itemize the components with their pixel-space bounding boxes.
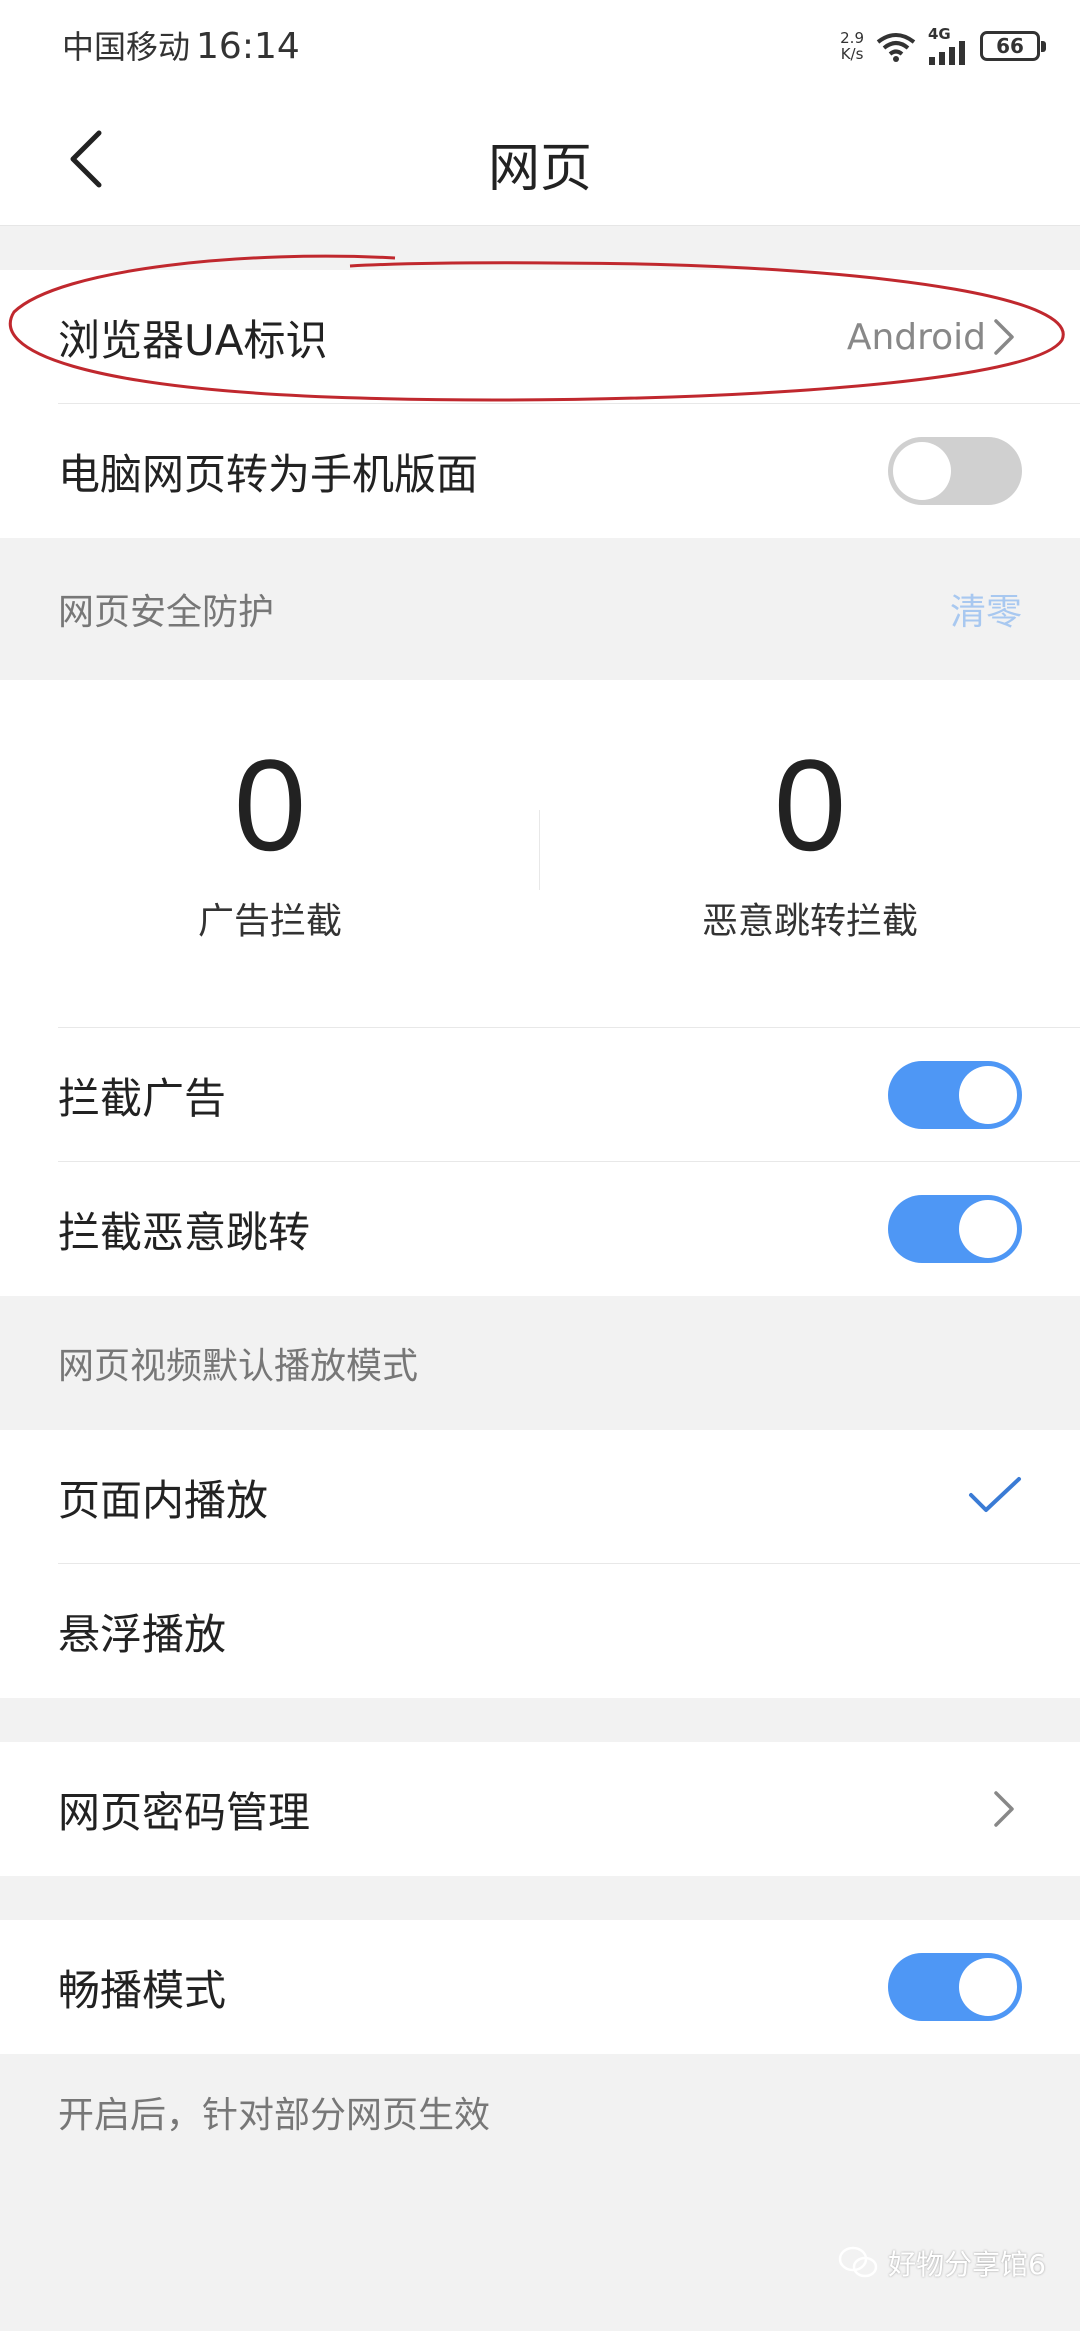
redirects-blocked-count: 0 [773,732,847,878]
smooth-mode-row: 畅播模式 [0,1920,1080,2054]
ads-blocked-count: 0 [233,732,307,878]
net-speed-value: 2.9 [840,29,864,47]
block-redirects-toggle[interactable] [888,1195,1022,1263]
cellular-group: 4G [928,27,968,65]
net-speed: 2.9 K/s [840,30,864,62]
toggle-knob [959,1066,1017,1124]
ads-blocked-label: 广告拦截 [197,901,342,942]
status-right: 2.9 K/s 4G 66 [840,24,1046,68]
smooth-mode-note: 开启后，针对部分网页生效 [58,2095,491,2136]
chevron-right-icon [992,1789,1022,1829]
video-option-floating[interactable]: 悬浮播放 [0,1564,1080,1698]
net-speed-unit: K/s [840,45,864,63]
password-card: 网页密码管理 [0,1742,1080,1876]
video-section-title: 网页视频默认播放模式 [58,1346,419,1387]
block-ads-toggle[interactable] [888,1061,1022,1129]
toggle-knob [893,442,951,500]
header: 网页 [0,90,1080,226]
video-option-label: 页面内播放 [58,1475,269,1525]
wechat-icon [838,2246,878,2278]
ua-row[interactable]: 浏览器UA标识 Android [0,270,1080,404]
toggle-knob [959,1958,1017,2016]
screen: 中国移动 16:14 2.9 K/s 4G 66 网页 浏览器UA标识 Andr… [0,0,1080,2331]
video-section-header: 网页视频默认播放模式 [0,1296,1080,1430]
mobile-view-toggle[interactable] [888,437,1022,505]
security-card: 0 广告拦截 0 恶意跳转拦截 拦截广告 拦截恶意跳转 [0,680,1080,1296]
battery-level: 66 [996,34,1024,58]
wifi-icon [876,33,916,62]
block-redirects-label: 拦截恶意跳转 [58,1207,311,1257]
security-stats: 0 广告拦截 0 恶意跳转拦截 [0,680,1080,1028]
smooth-mode-label: 畅播模式 [58,1965,227,2015]
redirects-blocked-stat: 0 恶意跳转拦截 [540,680,1080,1028]
security-section-header: 网页安全防护 清零 [0,538,1080,680]
mobile-view-row: 电脑网页转为手机版面 [0,404,1080,538]
block-ads-label: 拦截广告 [58,1073,227,1123]
toggle-knob [959,1200,1017,1258]
video-option-inline[interactable]: 页面内播放 [0,1430,1080,1564]
smooth-mode-card: 畅播模式 [0,1920,1080,2054]
watermark: 好物分享馆6 [838,2243,1046,2283]
status-left: 中国移动 16:14 [62,22,300,68]
signal-icon [929,41,965,65]
video-option-label: 悬浮播放 [58,1609,227,1659]
mobile-view-label: 电脑网页转为手机版面 [58,449,479,499]
ua-label: 浏览器UA标识 [58,315,328,365]
carrier-name: 中国移动 [62,28,191,66]
network-type: 4G [928,25,951,43]
smooth-mode-toggle[interactable] [888,1953,1022,2021]
watermark-text: 好物分享馆6 [888,2248,1046,2281]
status-time: 16:14 [196,26,300,67]
block-ads-row: 拦截广告 [0,1028,1080,1162]
password-manager-label: 网页密码管理 [58,1787,311,1837]
ads-blocked-stat: 0 广告拦截 [0,680,540,1028]
redirects-blocked-label: 恶意跳转拦截 [701,901,918,942]
page-title: 网页 [487,139,592,199]
checkmark-icon [968,1475,1022,1519]
chevron-right-icon [992,317,1022,357]
ua-value: Android [846,316,986,358]
status-bar: 中国移动 16:14 2.9 K/s 4G 66 [0,0,1080,90]
battery-icon: 66 [980,31,1046,61]
video-mode-card: 页面内播放 悬浮播放 [0,1430,1080,1698]
password-manager-row[interactable]: 网页密码管理 [0,1742,1080,1876]
stat-divider [539,810,540,890]
browser-settings-card: 浏览器UA标识 Android 电脑网页转为手机版面 [0,270,1080,538]
security-section-title: 网页安全防护 [58,592,275,633]
block-redirects-row: 拦截恶意跳转 [0,1162,1080,1296]
clear-button[interactable]: 清零 [950,583,1022,635]
